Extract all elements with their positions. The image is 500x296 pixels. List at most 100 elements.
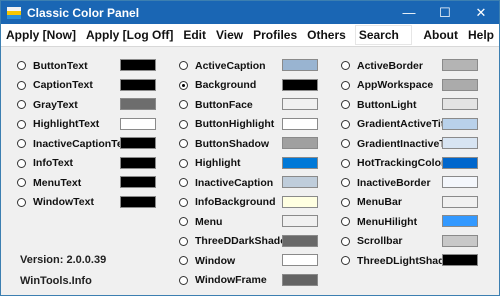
color-row-buttonhighlight[interactable]: ButtonHighlight — [179, 115, 321, 135]
color-row-threeddarkshado[interactable]: ThreeDDarkShado — [179, 232, 321, 252]
radio-window[interactable] — [179, 256, 188, 266]
color-row-buttonlight[interactable]: ButtonLight — [341, 95, 483, 115]
radio-buttonshadow[interactable] — [179, 139, 188, 149]
color-row-menu[interactable]: Menu — [179, 212, 321, 232]
color-row-infotext[interactable]: InfoText — [17, 154, 157, 174]
radio-menubar[interactable] — [341, 197, 350, 207]
color-swatch-threedlightshad[interactable] — [442, 254, 478, 266]
radio-gradientactivetit[interactable] — [341, 119, 350, 129]
color-swatch-graytext[interactable] — [120, 98, 156, 110]
color-row-windowframe[interactable]: WindowFrame — [179, 271, 321, 291]
color-row-captiontext[interactable]: CaptionText — [17, 76, 157, 96]
color-swatch-window[interactable] — [282, 254, 318, 266]
search-box[interactable]: Search — [354, 25, 413, 45]
color-swatch-hottrackingcolor[interactable] — [442, 156, 478, 169]
menu-help[interactable]: Help — [463, 24, 499, 46]
color-swatch-inactivecaptionte[interactable] — [120, 137, 156, 149]
radio-activecaption[interactable] — [179, 61, 188, 71]
menu-others[interactable]: Others — [302, 24, 351, 46]
color-swatch-menubar[interactable] — [442, 195, 478, 208]
color-row-background[interactable]: Background — [179, 76, 321, 96]
color-row-inactivecaptionte[interactable]: InactiveCaptionTe — [17, 134, 157, 154]
color-row-highlighttext[interactable]: HighlightText — [17, 115, 157, 135]
title-bar[interactable]: Classic Color Panel — ☐ ✕ — [1, 1, 499, 24]
color-row-buttonshadow[interactable]: ButtonShadow — [179, 134, 321, 154]
color-row-activeborder[interactable]: ActiveBorder — [341, 56, 483, 76]
radio-hottrackingcolor[interactable] — [341, 158, 350, 168]
radio-background[interactable] — [179, 80, 188, 90]
color-row-highlight[interactable]: Highlight — [179, 154, 321, 174]
color-swatch-captiontext[interactable] — [120, 78, 156, 91]
radio-infotext[interactable] — [17, 158, 26, 168]
radio-highlight[interactable] — [179, 158, 188, 168]
radio-inactivecaptionte[interactable] — [17, 139, 26, 149]
color-swatch-buttontext[interactable] — [120, 59, 156, 71]
color-swatch-gradientinactivet[interactable] — [442, 137, 478, 149]
color-swatch-infobackground[interactable] — [282, 195, 318, 208]
radio-inactiveborder[interactable] — [341, 178, 350, 188]
radio-threeddarkshado[interactable] — [179, 236, 188, 246]
radio-infobackground[interactable] — [179, 197, 188, 207]
radio-menu[interactable] — [179, 217, 188, 227]
color-swatch-menu[interactable] — [282, 215, 318, 227]
color-row-gradientactivetit[interactable]: GradientActiveTit — [341, 115, 483, 135]
menu-view[interactable]: View — [211, 24, 248, 46]
radio-threedlightshad[interactable] — [341, 256, 350, 266]
color-swatch-highlighttext[interactable] — [120, 117, 156, 130]
color-row-windowtext[interactable]: WindowText — [17, 193, 157, 213]
radio-appworkspace[interactable] — [341, 80, 350, 90]
color-row-threedlightshad[interactable]: ThreeDLightShad — [341, 251, 483, 271]
radio-highlighttext[interactable] — [17, 119, 26, 129]
color-swatch-gradientactivetit[interactable] — [442, 117, 478, 130]
color-row-buttontext[interactable]: ButtonText — [17, 56, 157, 76]
color-swatch-inactivecaption[interactable] — [282, 176, 318, 188]
color-swatch-appworkspace[interactable] — [442, 78, 478, 91]
menu-profiles[interactable]: Profiles — [248, 24, 302, 46]
radio-gradientinactivet[interactable] — [341, 139, 350, 149]
color-row-buttonface[interactable]: ButtonFace — [179, 95, 321, 115]
color-row-hottrackingcolor[interactable]: HotTrackingColor — [341, 154, 483, 174]
website-label[interactable]: WinTools.Info — [20, 275, 92, 287]
radio-buttonface[interactable] — [179, 100, 188, 110]
color-swatch-buttonlight[interactable] — [442, 98, 478, 110]
color-row-inactivecaption[interactable]: InactiveCaption — [179, 173, 321, 193]
color-row-menutext[interactable]: MenuText — [17, 173, 157, 193]
color-row-infobackground[interactable]: InfoBackground — [179, 193, 321, 213]
color-swatch-buttonface[interactable] — [282, 98, 318, 110]
radio-buttontext[interactable] — [17, 61, 26, 71]
color-row-activecaption[interactable]: ActiveCaption — [179, 56, 321, 76]
color-swatch-buttonshadow[interactable] — [282, 137, 318, 149]
radio-windowframe[interactable] — [179, 275, 188, 285]
radio-captiontext[interactable] — [17, 80, 26, 90]
color-row-scrollbar[interactable]: Scrollbar — [341, 232, 483, 252]
menu-apply-now[interactable]: Apply [Now] — [1, 24, 81, 46]
color-row-window[interactable]: Window — [179, 251, 321, 271]
color-row-inactiveborder[interactable]: InactiveBorder — [341, 173, 483, 193]
radio-scrollbar[interactable] — [341, 236, 350, 246]
color-row-menubar[interactable]: MenuBar — [341, 193, 483, 213]
maximize-button[interactable]: ☐ — [427, 1, 463, 24]
color-swatch-threeddarkshado[interactable] — [282, 234, 318, 247]
color-swatch-menutext[interactable] — [120, 176, 156, 188]
color-swatch-inactiveborder[interactable] — [442, 176, 478, 188]
color-row-graytext[interactable]: GrayText — [17, 95, 157, 115]
radio-graytext[interactable] — [17, 100, 26, 110]
color-swatch-highlight[interactable] — [282, 156, 318, 169]
color-row-menuhilight[interactable]: MenuHilight — [341, 212, 483, 232]
radio-activeborder[interactable] — [341, 61, 350, 71]
color-swatch-infotext[interactable] — [120, 156, 156, 169]
color-swatch-activeborder[interactable] — [442, 59, 478, 71]
color-swatch-scrollbar[interactable] — [442, 234, 478, 247]
minimize-button[interactable]: — — [391, 1, 427, 24]
menu-edit[interactable]: Edit — [178, 24, 211, 46]
color-swatch-background[interactable] — [282, 78, 318, 91]
color-swatch-windowframe[interactable] — [282, 273, 318, 286]
radio-buttonlight[interactable] — [341, 100, 350, 110]
menu-apply-log-off[interactable]: Apply [Log Off] — [81, 24, 178, 46]
radio-inactivecaption[interactable] — [179, 178, 188, 188]
color-row-appworkspace[interactable]: AppWorkspace — [341, 76, 483, 96]
color-swatch-menuhilight[interactable] — [442, 215, 478, 227]
radio-menuhilight[interactable] — [341, 217, 350, 227]
radio-windowtext[interactable] — [17, 197, 26, 207]
color-swatch-activecaption[interactable] — [282, 59, 318, 71]
